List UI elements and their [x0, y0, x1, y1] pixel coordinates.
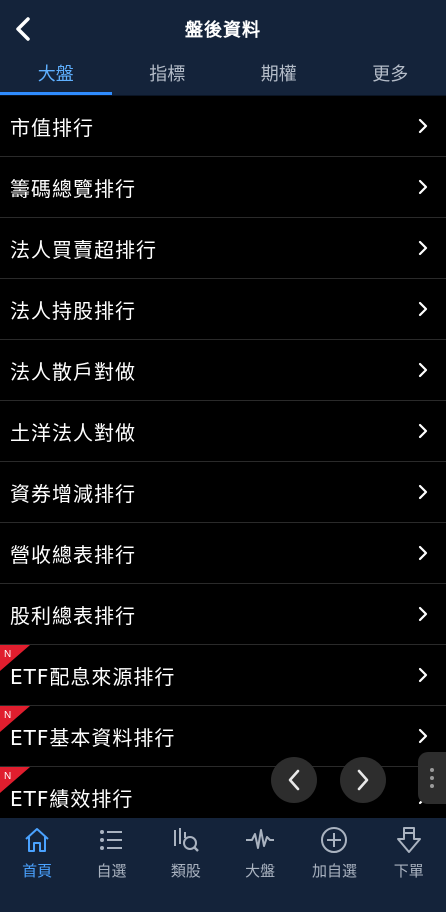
list-item-label: 法人持股排行 — [10, 298, 136, 323]
list-item-label: 法人買賣超排行 — [10, 237, 157, 262]
list-item[interactable]: 法人散戶對做 — [0, 340, 446, 401]
list-item[interactable]: 營收總表排行 — [0, 523, 446, 584]
tab-indicators[interactable]: 指標 — [112, 58, 224, 95]
more-dots-icon-dot — [430, 776, 434, 780]
nav-add-watchlist[interactable]: 加自選 — [297, 818, 371, 912]
chevron-right-icon — [418, 423, 428, 439]
list-item[interactable]: 法人買賣超排行 — [0, 218, 446, 279]
list-item[interactable]: 股利總表排行 — [0, 584, 446, 645]
side-drawer-handle[interactable] — [418, 752, 446, 804]
chevron-right-icon — [418, 301, 428, 317]
list-item[interactable]: N ETF配息來源排行 — [0, 645, 446, 706]
top-bar: 盤後資料 — [0, 0, 446, 58]
nav-label: 加自選 — [311, 862, 357, 880]
pulse-icon — [246, 829, 275, 849]
tab-more[interactable]: 更多 — [335, 58, 446, 95]
tab-bar: 大盤 指標 期權 更多 — [0, 58, 446, 96]
chevron-right-icon — [357, 769, 369, 791]
list-item-label: 股利總表排行 — [10, 603, 136, 628]
list-item-label: 土洋法人對做 — [10, 420, 136, 445]
list-item[interactable]: 法人持股排行 — [0, 279, 446, 340]
more-dots-icon-dot — [430, 784, 434, 788]
more-dots-icon — [430, 768, 434, 772]
nav-label: 類股 — [170, 862, 201, 880]
chevron-right-icon — [418, 362, 428, 378]
new-badge: N — [0, 645, 30, 671]
new-badge: N — [0, 706, 30, 732]
list-item-label: 市值排行 — [10, 115, 94, 140]
chevron-right-icon — [418, 240, 428, 256]
previous-page-button[interactable] — [271, 757, 317, 803]
nav-label: 大盤 — [245, 862, 276, 880]
report-list: 市值排行 籌碼總覽排行 法人買賣超排行 法人持股排行 法人散戶對做 土洋法人對做… — [0, 96, 446, 828]
nav-label: 首頁 — [22, 862, 53, 880]
tab-futures-options[interactable]: 期權 — [223, 58, 335, 95]
chevron-right-icon — [418, 484, 428, 500]
nav-watchlist[interactable]: 自選 — [74, 818, 148, 912]
home-icon — [25, 828, 49, 852]
chevron-right-icon — [418, 118, 428, 134]
new-badge-text: N — [4, 649, 11, 660]
nav-market[interactable]: 大盤 — [223, 818, 297, 912]
nav-home[interactable]: 首頁 — [0, 818, 74, 912]
chevron-right-icon — [418, 545, 428, 561]
back-arrow-icon[interactable] — [10, 13, 38, 45]
chevron-right-icon — [418, 179, 428, 195]
list-item-label: 法人散戶對做 — [10, 359, 136, 384]
list-icon — [100, 830, 123, 850]
list-item[interactable]: 市值排行 — [0, 96, 446, 157]
list-item-label: 籌碼總覽排行 — [10, 176, 136, 201]
nav-label: 自選 — [96, 862, 127, 880]
page-title: 盤後資料 — [185, 20, 261, 41]
list-item[interactable]: 籌碼總覽排行 — [0, 157, 446, 218]
chevron-right-icon — [418, 728, 428, 744]
new-badge-text: N — [4, 710, 11, 721]
plus-circle-icon — [321, 827, 348, 853]
nav-label: 下單 — [393, 862, 424, 880]
list-item[interactable]: 資券增減排行 — [0, 462, 446, 523]
tab-market[interactable]: 大盤 — [0, 58, 112, 95]
sector-search-icon — [173, 828, 199, 852]
nav-order[interactable]: 下單 — [372, 818, 446, 912]
chevron-left-icon — [288, 769, 300, 791]
list-item[interactable]: 土洋法人對做 — [0, 401, 446, 462]
list-item-label: 資券增減排行 — [10, 481, 136, 506]
list-item[interactable]: N ETF基本資料排行 — [0, 706, 446, 767]
nav-sectors[interactable]: 類股 — [149, 818, 223, 912]
next-page-button[interactable] — [340, 757, 386, 803]
new-badge-text: N — [4, 771, 11, 782]
bottom-nav: 首頁 自選 類股 大盤 加自選 下單 — [0, 818, 446, 912]
order-down-icon — [396, 827, 421, 853]
list-item-label: 營收總表排行 — [10, 542, 136, 567]
chevron-right-icon — [418, 606, 428, 622]
new-badge: N — [0, 767, 30, 793]
chevron-right-icon — [418, 667, 428, 683]
